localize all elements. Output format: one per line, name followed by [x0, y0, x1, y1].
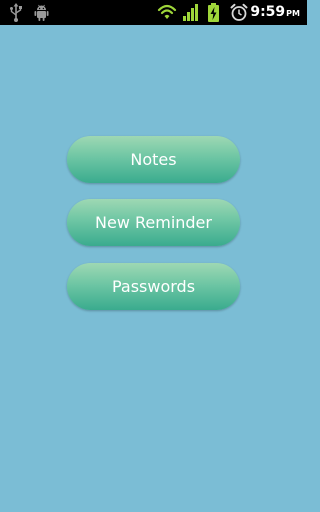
- battery-charging-icon: [208, 3, 219, 22]
- usb-icon: [10, 3, 22, 22]
- passwords-button[interactable]: Passwords: [67, 263, 240, 310]
- wifi-icon: [157, 4, 177, 19]
- status-time: 9:59: [250, 4, 286, 20]
- main-menu: Notes New Reminder Passwords: [0, 25, 307, 512]
- status-ampm: PM: [286, 9, 300, 18]
- status-clock: 9:59PM: [250, 4, 300, 22]
- new-reminder-button[interactable]: New Reminder: [67, 199, 240, 246]
- alarm-icon: [230, 3, 248, 21]
- status-bar: 9:59PM: [0, 0, 307, 25]
- android-icon: [34, 4, 49, 21]
- notes-button[interactable]: Notes: [67, 136, 240, 183]
- signal-icon: [183, 4, 198, 21]
